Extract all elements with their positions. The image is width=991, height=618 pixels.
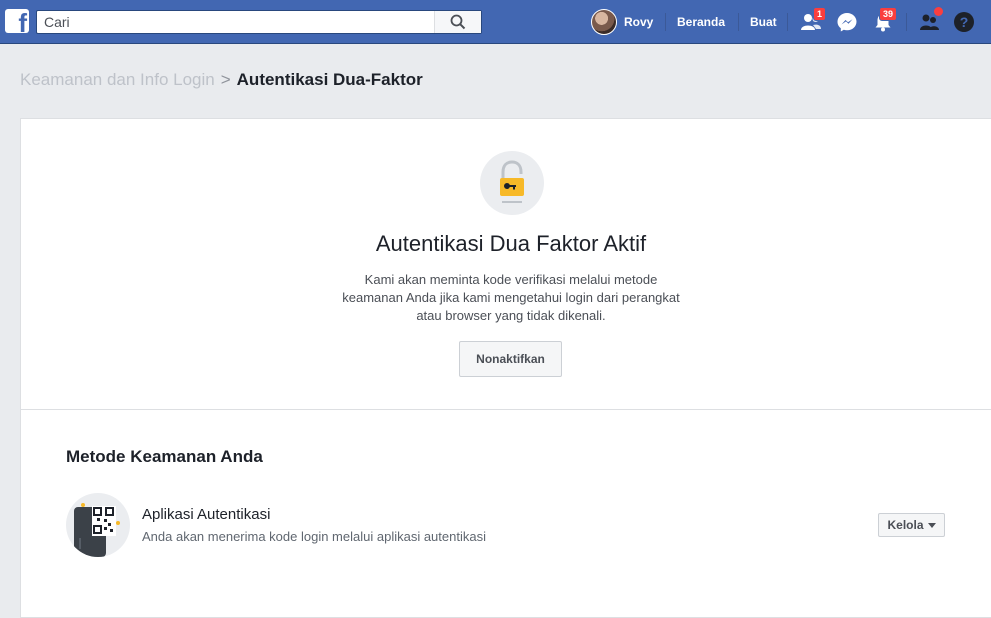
create-link[interactable]: Buat xyxy=(750,15,777,29)
method-name: Aplikasi Autentikasi xyxy=(142,506,271,523)
two-factor-card: Autentikasi Dua Faktor Aktif Kami akan m… xyxy=(20,118,991,618)
top-navigation-bar: f Rovy Beranda Buat 1 xyxy=(0,0,991,44)
messenger-icon xyxy=(837,13,857,32)
nav-divider xyxy=(906,13,907,31)
lock-key-icon xyxy=(500,160,524,203)
manage-button-label: Kelola xyxy=(887,518,924,532)
messenger-button[interactable] xyxy=(836,11,858,33)
breadcrumb-separator: > xyxy=(220,70,231,89)
avatar xyxy=(591,9,617,35)
breadcrumb-parent-link[interactable]: Keamanan dan Info Login xyxy=(20,70,215,89)
method-description: Anda akan menerima kode login melalui ap… xyxy=(142,529,486,544)
disable-button[interactable]: Nonaktifkan xyxy=(459,341,562,377)
home-link[interactable]: Beranda xyxy=(677,15,725,29)
facebook-logo-letter: f xyxy=(18,9,27,33)
section-divider xyxy=(21,409,991,410)
profile-link[interactable]: Rovy xyxy=(591,9,653,35)
notifications-badge: 39 xyxy=(879,7,898,21)
status-icon-container xyxy=(480,151,544,215)
friend-requests-badge: 1 xyxy=(813,7,827,21)
people-button[interactable] xyxy=(918,6,944,33)
question-icon: ? xyxy=(954,12,974,32)
svg-text:?: ? xyxy=(960,14,969,30)
page-title: Autentikasi Dua-Faktor xyxy=(236,70,423,89)
section-title: Metode Keamanan Anda xyxy=(66,447,263,466)
help-button[interactable]: ? xyxy=(953,11,975,33)
nav-divider xyxy=(665,13,666,31)
search-button[interactable] xyxy=(434,11,481,33)
status-title: Autentikasi Dua Faktor Aktif xyxy=(375,231,647,256)
notifications-button[interactable]: 39 xyxy=(872,7,898,33)
search-icon xyxy=(450,14,466,30)
search-box xyxy=(36,10,482,34)
breadcrumb: Keamanan dan Info Login > Autentikasi Dua-… xyxy=(20,70,423,90)
profile-name: Rovy xyxy=(624,15,654,29)
nav-divider xyxy=(787,13,788,31)
status-description: Kami akan meminta kode verifikasi melalu… xyxy=(342,272,680,323)
search-input[interactable] xyxy=(37,11,435,33)
friend-requests-button[interactable]: 1 xyxy=(800,7,827,33)
manage-button[interactable]: Kelola xyxy=(878,513,945,537)
method-icon-container xyxy=(66,493,130,557)
chevron-down-icon xyxy=(927,522,936,528)
qr-phone-icon xyxy=(74,503,120,557)
facebook-logo[interactable]: f xyxy=(5,9,29,33)
nav-divider xyxy=(738,13,739,31)
people-notification-dot xyxy=(933,6,944,17)
